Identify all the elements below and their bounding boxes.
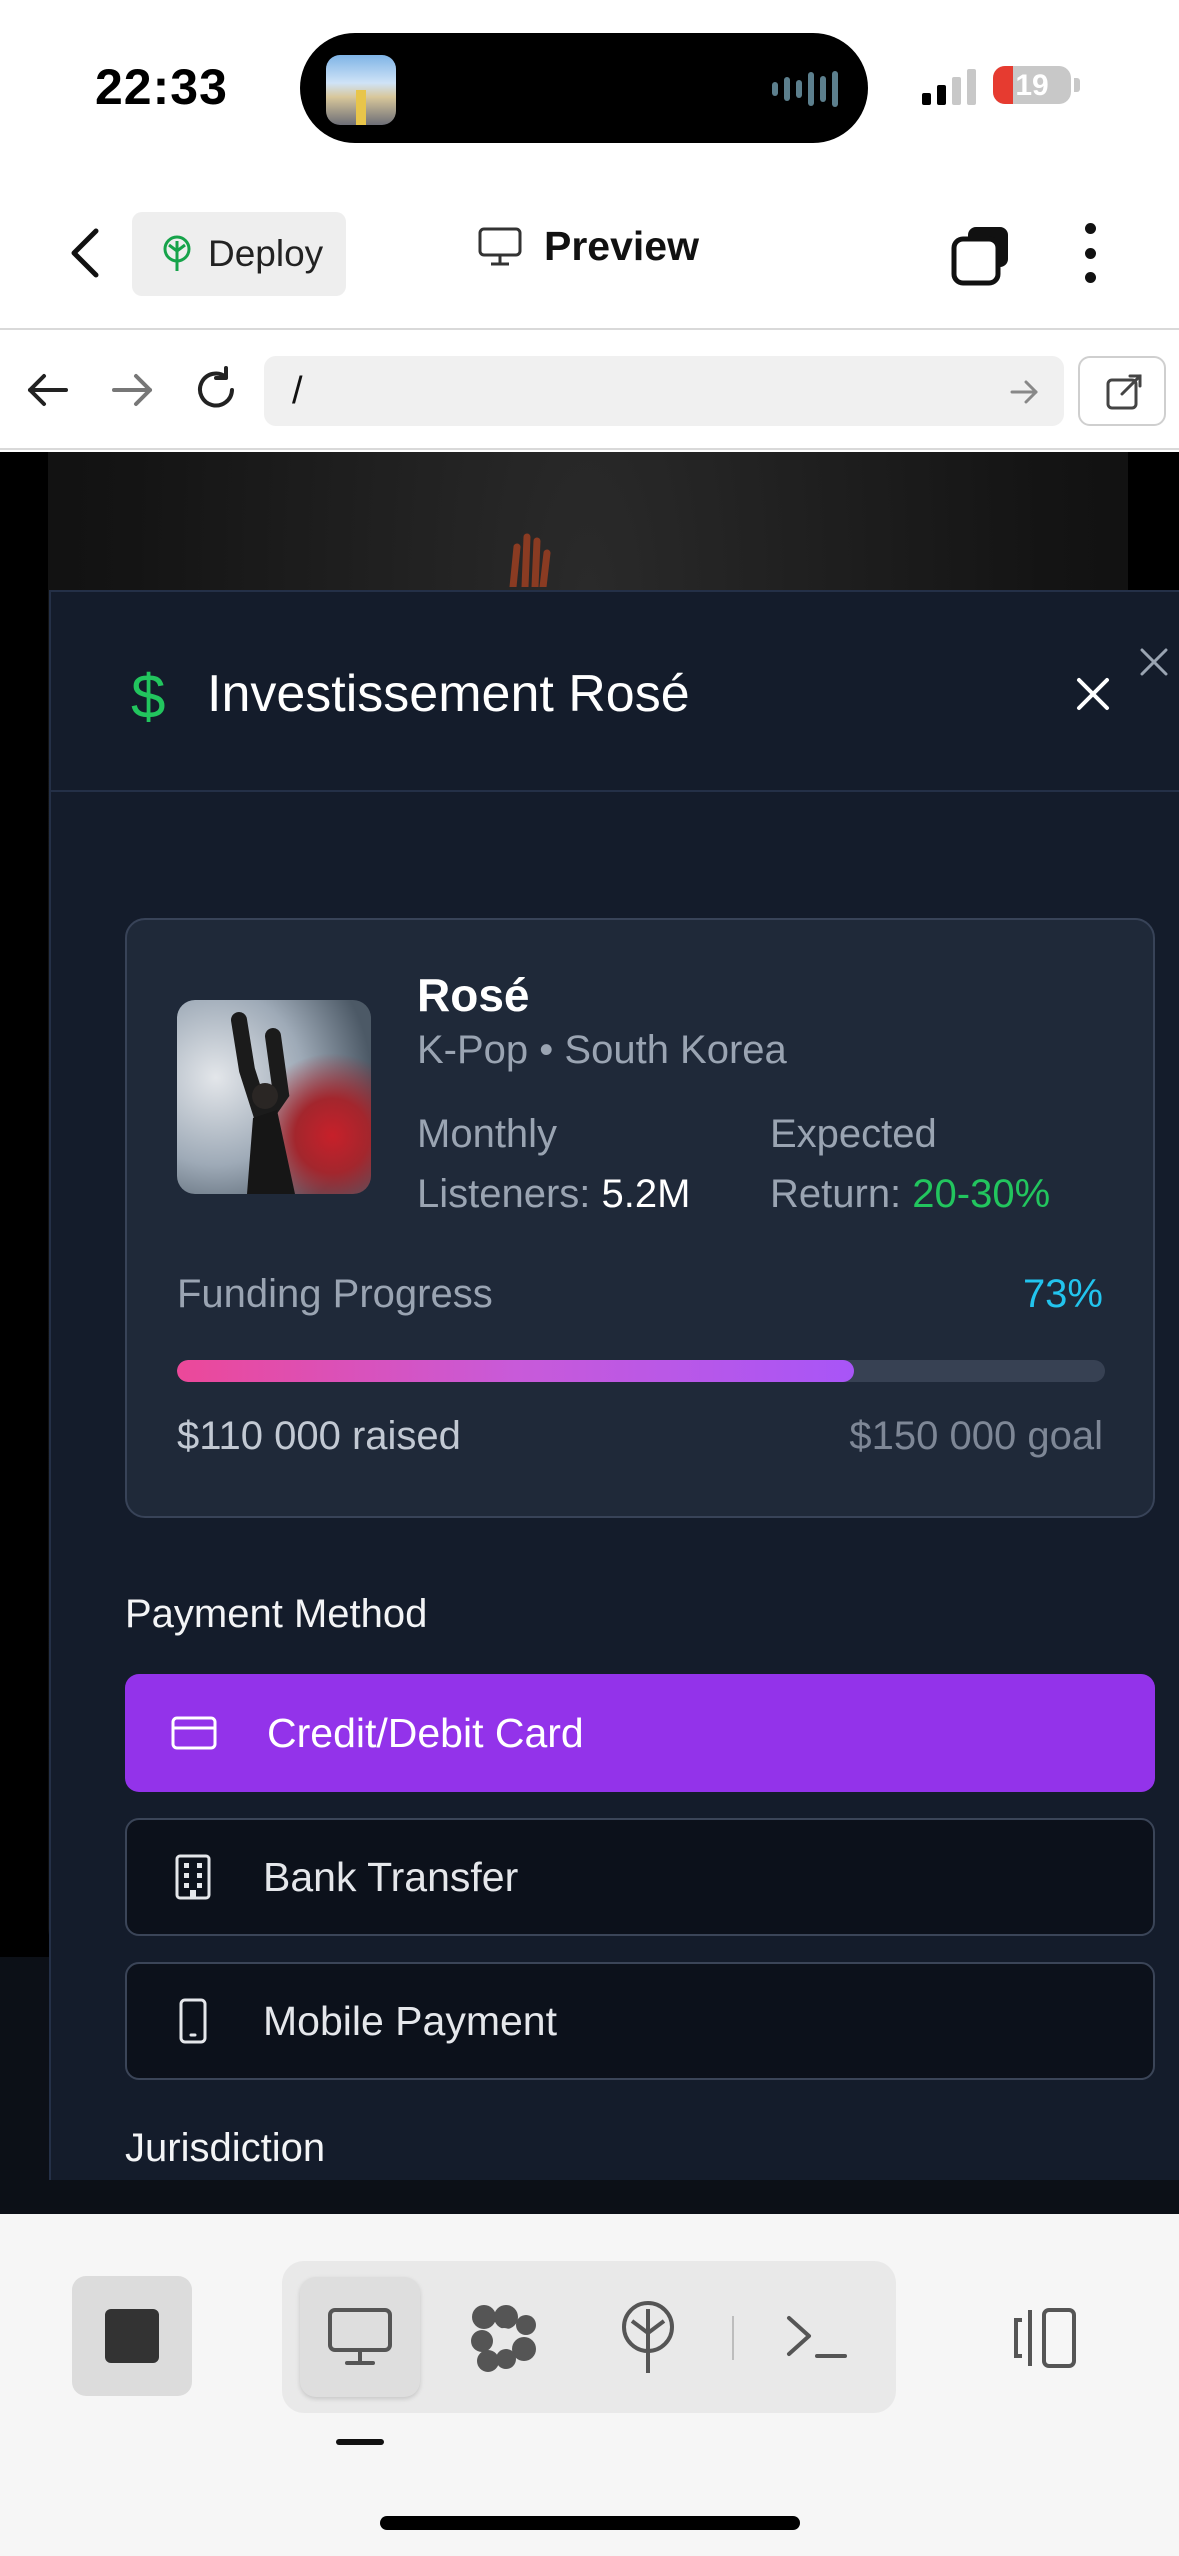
stop-button[interactable]: [72, 2276, 192, 2396]
amount-raised: $110 000 raised: [177, 1414, 461, 1458]
payment-option-label: Mobile Payment: [263, 1997, 557, 2044]
deploy-tree-icon: [622, 2301, 674, 2373]
url-text: /: [292, 370, 303, 412]
battery-level: 19: [1015, 69, 1049, 102]
artist-photo: [177, 1000, 371, 1194]
kebab-menu-icon[interactable]: [1075, 223, 1105, 283]
funding-progress-bar: [177, 1360, 1105, 1382]
artist-genre-country: K-Pop • South Korea: [417, 1028, 787, 1072]
modal-header: $ Investissement Rosé: [51, 592, 1179, 792]
jurisdiction-label: Jurisdiction: [125, 2126, 326, 2170]
monitor-icon: [478, 227, 522, 265]
terminal-icon: [787, 2316, 847, 2358]
bottom-toolbar: [0, 2214, 1179, 2556]
payment-option-label: Bank Transfer: [263, 1853, 519, 1900]
cellular-signal-icon: [922, 65, 976, 105]
dollar-icon: $: [131, 663, 166, 732]
preview-label: Preview: [544, 223, 699, 269]
open-external-icon: [1106, 374, 1142, 410]
payment-option-card[interactable]: Credit/Debit Card: [125, 1674, 1155, 1792]
funding-percent: 73%: [1022, 1272, 1103, 1316]
credit-card-icon: [171, 1716, 217, 1750]
funding-goal: $150 000 goal: [849, 1414, 1103, 1458]
side-panel-icon[interactable]: [1010, 2306, 1080, 2370]
status-bar: 22:33 19: [0, 0, 1179, 175]
audio-waveform-icon: [772, 71, 838, 107]
hand-silhouette-image: [509, 533, 551, 587]
artist-name: Rosé: [417, 969, 530, 1021]
funding-progress-label: Funding Progress: [177, 1272, 493, 1316]
modal-title: Investissement Rosé: [207, 665, 690, 723]
battery-icon: 19: [993, 66, 1071, 104]
monitor-icon: [328, 2308, 392, 2365]
stacked-squares-icon[interactable]: [950, 225, 1012, 287]
payment-option-bank[interactable]: Bank Transfer: [125, 1818, 1155, 1936]
deploy-button[interactable]: Deploy: [132, 212, 346, 296]
monthly-listeners-stat: Monthly Listeners: 5.2M: [417, 1112, 691, 1216]
tool-workflow[interactable]: [444, 2277, 564, 2397]
tool-deploy[interactable]: [588, 2277, 708, 2397]
deploy-tree-icon: [163, 235, 191, 271]
arrow-right-icon[interactable]: [104, 362, 160, 418]
now-playing-thumbnail: [326, 55, 396, 125]
arrow-left-icon[interactable]: [20, 362, 76, 418]
deploy-label: Deploy: [208, 233, 324, 274]
close-icon[interactable]: [1134, 642, 1174, 682]
url-bar[interactable]: /: [264, 356, 1064, 426]
workflow-icon: [471, 2305, 536, 2372]
smartphone-icon: [179, 1998, 207, 2044]
stop-icon: [105, 2309, 159, 2363]
tool-preview[interactable]: [300, 2277, 420, 2397]
close-icon[interactable]: [1071, 672, 1115, 716]
app-header: Deploy Preview: [0, 175, 1179, 330]
building-icon: [175, 1854, 211, 1900]
reload-icon[interactable]: [188, 362, 244, 418]
tool-switcher: [282, 2261, 896, 2413]
tool-shell[interactable]: [758, 2277, 878, 2397]
expected-return-stat: Expected Return: 20-30%: [770, 1112, 1051, 1216]
go-arrow-icon[interactable]: [1006, 374, 1042, 410]
expected-return-value: 20-30%: [912, 1172, 1051, 1216]
payment-option-mobile[interactable]: Mobile Payment: [125, 1962, 1155, 2080]
status-time: 22:33: [95, 59, 228, 115]
preview-tab[interactable]: Preview: [478, 223, 699, 270]
active-tab-indicator: [336, 2439, 384, 2445]
dynamic-island: [300, 33, 868, 143]
payment-option-label: Credit/Debit Card: [267, 1709, 584, 1756]
artist-card: Rosé K-Pop • South Korea Monthly Listene…: [125, 918, 1155, 1518]
chevron-left-icon[interactable]: [62, 225, 112, 281]
browser-toolbar: /: [0, 332, 1179, 450]
payment-method-label: Payment Method: [125, 1592, 428, 1636]
open-external-button[interactable]: [1078, 356, 1166, 426]
web-preview: $ Investissement Rosé Rosé K-Pop • South…: [0, 452, 1179, 2214]
home-indicator: [380, 2516, 800, 2530]
investment-modal: $ Investissement Rosé Rosé K-Pop • South…: [49, 590, 1179, 2180]
monthly-listeners-value: 5.2M: [601, 1172, 691, 1216]
funding-progress-fill: [177, 1360, 855, 1382]
